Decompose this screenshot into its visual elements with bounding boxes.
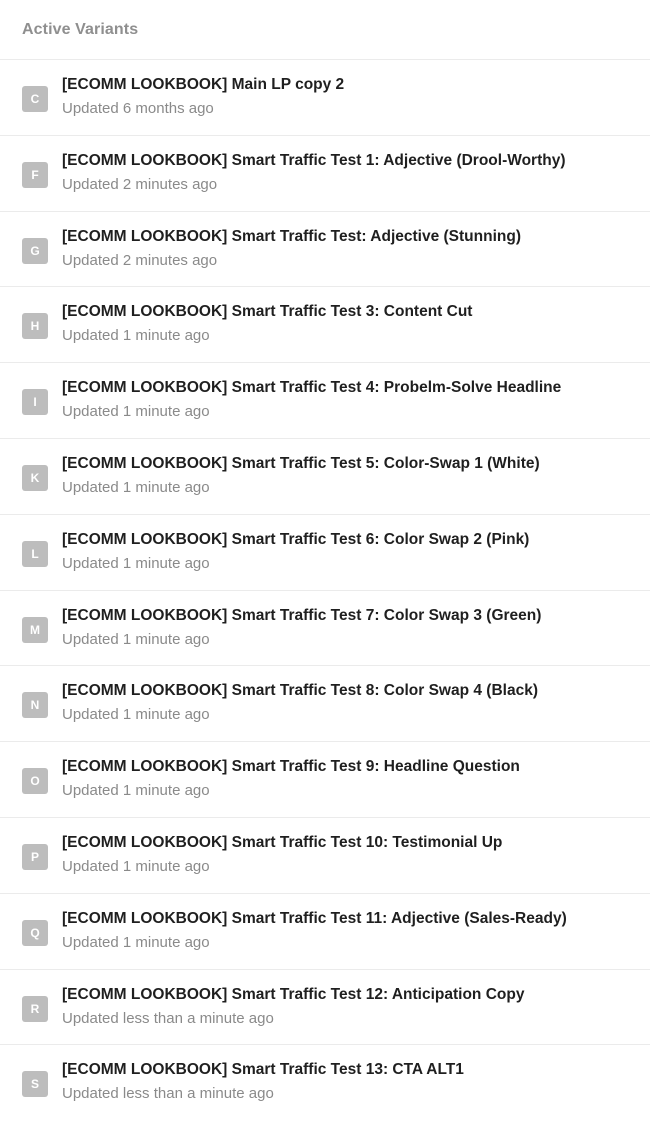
- variant-updated-time: Updated 1 minute ago: [62, 403, 210, 421]
- section-header: Active Variants: [0, 0, 650, 60]
- variant-updated-time: Updated less than a minute ago: [62, 1009, 274, 1027]
- variant-row[interactable]: G [ECOMM LOOKBOOK] Smart Traffic Test: A…: [0, 212, 650, 288]
- variant-updated-time: Updated 6 months ago: [62, 100, 214, 117]
- variant-name[interactable]: [ECOMM LOOKBOOK] Smart Traffic Test 10: …: [62, 833, 638, 853]
- variant-name[interactable]: [ECOMM LOOKBOOK] Smart Traffic Test 1: A…: [62, 151, 638, 171]
- variant-letter-badge: F: [22, 161, 48, 188]
- variant-letter-badge: G: [22, 237, 48, 264]
- variant-letter-badge: P: [22, 843, 48, 870]
- variant-row[interactable]: N [ECOMM LOOKBOOK] Smart Traffic Test 8:…: [0, 666, 650, 743]
- variant-updated-time: Updated 2 minutes ago: [62, 251, 218, 269]
- variant-text: [ECOMM LOOKBOOK] Smart Traffic Test 11: …: [62, 909, 638, 952]
- variant-name[interactable]: [ECOMM LOOKBOOK] Smart Traffic Test 7: C…: [62, 606, 638, 626]
- variant-text: [ECOMM LOOKBOOK] Main LP copy 2 Updated …: [62, 75, 638, 118]
- variant-row[interactable]: L [ECOMM LOOKBOOK] Smart Traffic Test 6:…: [0, 515, 650, 591]
- variant-row[interactable]: C [ECOMM LOOKBOOK] Main LP copy 2 Update…: [0, 60, 650, 136]
- variant-name[interactable]: [ECOMM LOOKBOOK] Smart Traffic Test 13: …: [62, 1060, 638, 1080]
- variant-name[interactable]: [ECOMM LOOKBOOK] Smart Traffic Test: Adj…: [62, 227, 638, 247]
- variant-text: [ECOMM LOOKBOOK] Smart Traffic Test 8: C…: [62, 681, 638, 724]
- variant-letter-badge: K: [22, 464, 48, 491]
- variant-updated-time: Updated 1 minute ago: [62, 782, 210, 800]
- variant-text: [ECOMM LOOKBOOK] Smart Traffic Test 12: …: [62, 985, 638, 1028]
- variant-text: [ECOMM LOOKBOOK] Smart Traffic Test 6: C…: [62, 530, 638, 573]
- variant-updated-time: Updated 1 minute ago: [62, 554, 210, 572]
- variant-text: [ECOMM LOOKBOOK] Smart Traffic Test 3: C…: [62, 302, 638, 345]
- variant-row[interactable]: Q [ECOMM LOOKBOOK] Smart Traffic Test 11…: [0, 894, 650, 970]
- variant-list: C [ECOMM LOOKBOOK] Main LP copy 2 Update…: [0, 60, 650, 1121]
- variant-name[interactable]: [ECOMM LOOKBOOK] Smart Traffic Test 3: C…: [62, 302, 638, 322]
- variant-letter-badge: Q: [22, 919, 48, 946]
- variant-name[interactable]: [ECOMM LOOKBOOK] Smart Traffic Test 4: P…: [62, 378, 638, 398]
- variant-text: [ECOMM LOOKBOOK] Smart Traffic Test 4: P…: [62, 378, 638, 421]
- variant-letter-badge: S: [22, 1071, 48, 1098]
- variant-text: [ECOMM LOOKBOOK] Smart Traffic Test: Adj…: [62, 227, 638, 270]
- variant-row[interactable]: K [ECOMM LOOKBOOK] Smart Traffic Test 5:…: [0, 439, 650, 515]
- variant-row[interactable]: O [ECOMM LOOKBOOK] Smart Traffic Test 9:…: [0, 742, 650, 818]
- variant-name[interactable]: [ECOMM LOOKBOOK] Smart Traffic Test 6: C…: [62, 530, 638, 550]
- variant-name[interactable]: [ECOMM LOOKBOOK] Smart Traffic Test 11: …: [62, 909, 638, 929]
- variant-row[interactable]: F [ECOMM LOOKBOOK] Smart Traffic Test 1:…: [0, 136, 650, 212]
- variant-name[interactable]: [ECOMM LOOKBOOK] Main LP copy 2: [62, 75, 638, 95]
- variant-updated-time: Updated 1 minute ago: [62, 478, 210, 496]
- variant-updated-time: Updated 1 minute ago: [62, 857, 210, 875]
- variant-row[interactable]: S [ECOMM LOOKBOOK] Smart Traffic Test 13…: [0, 1045, 650, 1121]
- variant-text: [ECOMM LOOKBOOK] Smart Traffic Test 5: C…: [62, 454, 638, 497]
- variant-name[interactable]: [ECOMM LOOKBOOK] Smart Traffic Test 8: C…: [62, 681, 638, 701]
- variant-text: [ECOMM LOOKBOOK] Smart Traffic Test 10: …: [62, 833, 638, 876]
- variant-text: [ECOMM LOOKBOOK] Smart Traffic Test 13: …: [62, 1060, 638, 1103]
- variant-row[interactable]: P [ECOMM LOOKBOOK] Smart Traffic Test 10…: [0, 818, 650, 894]
- variant-letter-badge: L: [22, 540, 48, 567]
- variant-letter-badge: M: [22, 616, 48, 643]
- section-title: Active Variants: [22, 20, 139, 38]
- variant-row[interactable]: M [ECOMM LOOKBOOK] Smart Traffic Test 7:…: [0, 591, 650, 667]
- variant-letter-badge: I: [22, 389, 48, 416]
- variant-text: [ECOMM LOOKBOOK] Smart Traffic Test 7: C…: [62, 606, 638, 649]
- variant-letter-badge: R: [22, 995, 48, 1022]
- variant-name[interactable]: [ECOMM LOOKBOOK] Smart Traffic Test 9: H…: [62, 757, 638, 777]
- variant-letter-badge: O: [22, 768, 48, 795]
- variant-updated-time: Updated 2 minutes ago: [62, 175, 218, 193]
- variant-name[interactable]: [ECOMM LOOKBOOK] Smart Traffic Test 5: C…: [62, 454, 638, 474]
- variant-row[interactable]: R [ECOMM LOOKBOOK] Smart Traffic Test 12…: [0, 970, 650, 1046]
- active-variants-panel: Active Variants C [ECOMM LOOKBOOK] Main …: [0, 0, 650, 1130]
- variant-letter-badge: C: [22, 86, 48, 112]
- variant-name[interactable]: [ECOMM LOOKBOOK] Smart Traffic Test 12: …: [62, 985, 638, 1005]
- variant-letter-badge: N: [22, 692, 48, 719]
- variant-updated-time: Updated 1 minute ago: [62, 630, 210, 648]
- variant-letter-badge: H: [22, 313, 48, 340]
- variant-text: [ECOMM LOOKBOOK] Smart Traffic Test 1: A…: [62, 151, 638, 194]
- variant-updated-time: Updated 1 minute ago: [62, 706, 210, 724]
- variant-updated-time: Updated less than a minute ago: [62, 1085, 274, 1103]
- variant-row[interactable]: H [ECOMM LOOKBOOK] Smart Traffic Test 3:…: [0, 287, 650, 364]
- variant-row[interactable]: I [ECOMM LOOKBOOK] Smart Traffic Test 4:…: [0, 363, 650, 439]
- variant-updated-time: Updated 1 minute ago: [62, 933, 210, 951]
- variant-text: [ECOMM LOOKBOOK] Smart Traffic Test 9: H…: [62, 757, 638, 800]
- variant-updated-time: Updated 1 minute ago: [62, 327, 210, 345]
